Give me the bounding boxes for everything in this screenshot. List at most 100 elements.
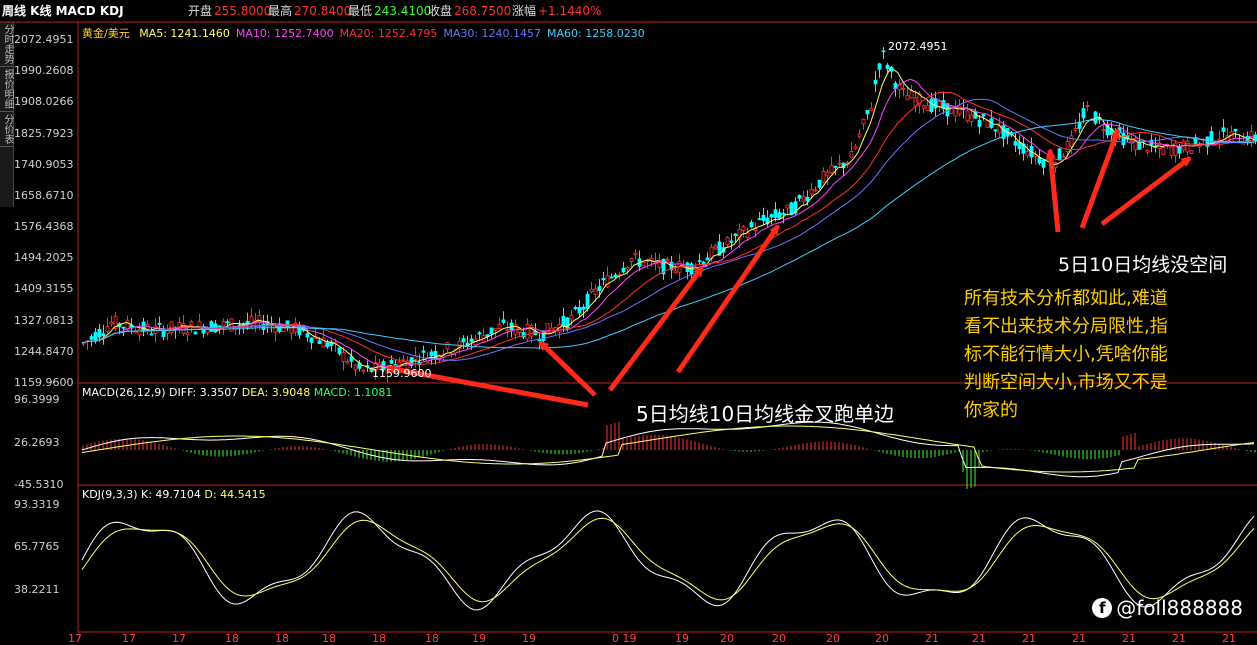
candle-body bbox=[545, 323, 550, 335]
time-tick-label: 21 bbox=[1172, 632, 1186, 645]
candle-body bbox=[901, 88, 906, 90]
candle-body bbox=[937, 101, 942, 107]
candle-body bbox=[777, 212, 782, 219]
candle-body bbox=[601, 278, 606, 281]
candle-body bbox=[1057, 148, 1062, 160]
candle-body bbox=[345, 361, 350, 364]
candle-body bbox=[809, 188, 814, 195]
macd-panel bbox=[81, 421, 1256, 489]
candle-body bbox=[569, 314, 574, 320]
candle-body bbox=[1025, 151, 1030, 156]
candle-body bbox=[1145, 150, 1150, 153]
low-price-mark: 1159.9600 bbox=[372, 367, 432, 380]
time-tick-label: 18 bbox=[425, 632, 439, 645]
candle-body bbox=[169, 321, 174, 333]
candle-body bbox=[1217, 138, 1222, 141]
candle-body bbox=[401, 358, 406, 361]
kdj-k-line bbox=[81, 510, 1255, 611]
candle-body bbox=[685, 262, 690, 272]
candle-body bbox=[573, 307, 578, 310]
candle-body bbox=[337, 347, 342, 355]
candle-body bbox=[709, 246, 714, 259]
candle-body bbox=[97, 328, 102, 338]
candle-body bbox=[325, 342, 330, 348]
time-tick-label: 17 bbox=[68, 632, 82, 645]
candle-body bbox=[749, 222, 754, 228]
candle-body bbox=[257, 315, 262, 323]
candle-body bbox=[225, 321, 230, 324]
candle-body bbox=[1041, 159, 1046, 168]
candle-body bbox=[725, 236, 730, 246]
candle-body bbox=[185, 332, 190, 336]
candle-body bbox=[93, 332, 98, 342]
candle-body bbox=[221, 321, 226, 327]
candle-body bbox=[761, 214, 766, 221]
candle-body bbox=[1229, 131, 1234, 143]
candle-body bbox=[1221, 127, 1226, 132]
candle-body bbox=[109, 321, 114, 325]
candle-body bbox=[181, 323, 186, 334]
time-tick-label: 19 bbox=[472, 632, 486, 645]
candle-body bbox=[189, 321, 194, 326]
time-tick-label: 19 bbox=[522, 632, 536, 645]
candle-body bbox=[493, 328, 498, 331]
candle-body bbox=[621, 267, 626, 273]
commentary-paragraph: 所有技术分析都如此,难道 看不出来技术分局限性,指 标不能行情大小,凭啥你能 判断空间… bbox=[964, 285, 1168, 425]
candle-body bbox=[1101, 129, 1106, 132]
candle-body bbox=[341, 352, 346, 362]
candle-body bbox=[141, 321, 146, 332]
candle-body bbox=[1189, 150, 1194, 154]
candle-body bbox=[285, 320, 290, 328]
macd-diff-line bbox=[81, 421, 1255, 478]
candle-body bbox=[773, 209, 778, 218]
chart-window: 周线 K线 MACD KDJ 开盘 255.8000 最高 270.8400 最… bbox=[0, 0, 1257, 645]
time-tick-label: 21 bbox=[1022, 632, 1036, 645]
candle-body bbox=[805, 196, 810, 202]
arrow-to-cross-1 bbox=[538, 340, 597, 397]
candle-body bbox=[609, 276, 614, 279]
candle-body bbox=[137, 329, 142, 336]
candle-body bbox=[105, 326, 110, 332]
candle-body bbox=[133, 331, 138, 334]
candle-body bbox=[585, 293, 590, 309]
candle-body bbox=[925, 105, 930, 112]
arrow-to-cross-2 bbox=[608, 266, 704, 392]
candle-body bbox=[833, 165, 838, 168]
arrow-nospace-1 bbox=[1045, 148, 1061, 233]
candle-body bbox=[149, 333, 154, 336]
candle-body bbox=[849, 150, 854, 158]
candle-body bbox=[101, 333, 106, 337]
time-tick-label: 18 bbox=[322, 632, 336, 645]
candle-body bbox=[913, 97, 918, 107]
candle-body bbox=[445, 342, 450, 350]
candle-body bbox=[801, 195, 806, 202]
candle-body bbox=[497, 324, 502, 330]
candle-body bbox=[861, 118, 866, 125]
candle-body bbox=[1065, 141, 1070, 153]
candle-body bbox=[713, 245, 718, 250]
watermark: f @foll888888 bbox=[1092, 596, 1243, 620]
candle-body bbox=[89, 336, 94, 340]
time-tick-label: 20 bbox=[826, 632, 840, 645]
candle-body bbox=[993, 129, 998, 132]
candle-body bbox=[741, 226, 746, 231]
time-tick-label: 21 bbox=[1222, 632, 1236, 645]
candle-body bbox=[217, 325, 222, 328]
candle-body bbox=[477, 332, 482, 335]
candle-body bbox=[245, 320, 250, 325]
candle-body bbox=[597, 286, 602, 291]
time-tick-label: 19 bbox=[675, 632, 689, 645]
candle-body bbox=[857, 133, 862, 138]
candle-body bbox=[309, 337, 314, 343]
candle-body bbox=[965, 110, 970, 122]
candle-body bbox=[589, 288, 594, 292]
candle-body bbox=[1169, 146, 1174, 156]
candle-body bbox=[877, 63, 882, 70]
candle-body bbox=[705, 257, 710, 261]
candle-body bbox=[821, 171, 826, 183]
candle-body bbox=[625, 267, 630, 270]
candle-body bbox=[1061, 155, 1066, 158]
candle-body bbox=[697, 260, 702, 263]
candle-body bbox=[121, 326, 126, 329]
facebook-icon: f bbox=[1092, 598, 1113, 618]
